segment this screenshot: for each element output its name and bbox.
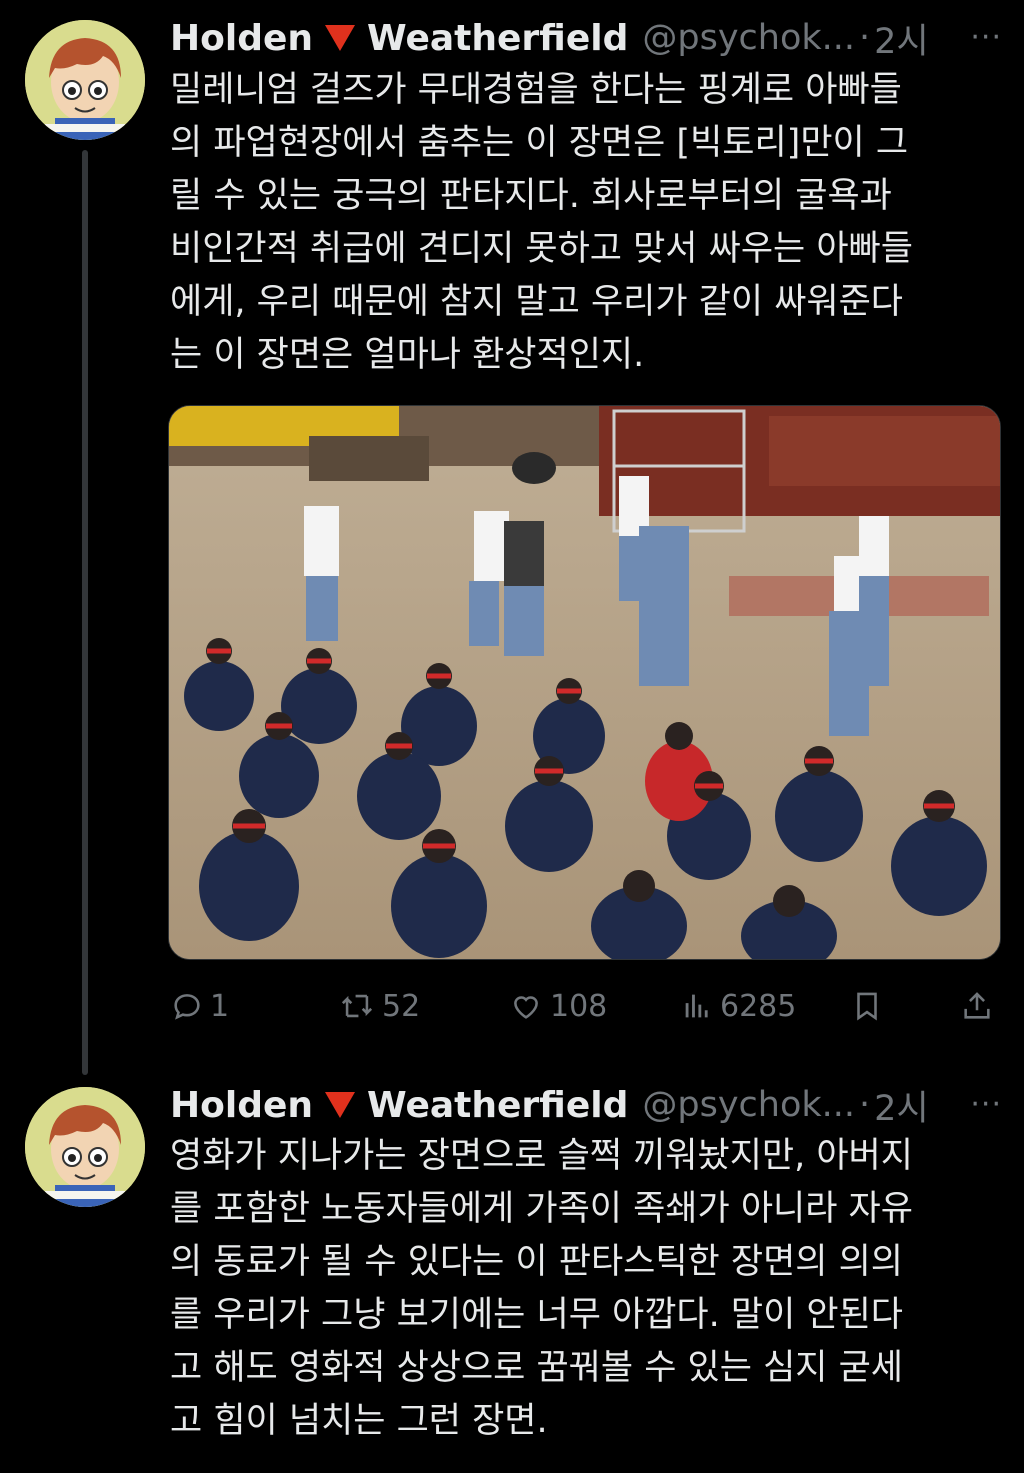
timestamp[interactable]: 2시 xyxy=(874,13,928,64)
tweet-header: Holden Weatherfield @psychok... · 2시 ··· xyxy=(170,1081,1004,1129)
text-line: 를 우리가 그냥 보기에는 너무 아깝다. 말이 안된다 xyxy=(170,1295,904,1335)
views-button[interactable]: 6285 xyxy=(680,980,796,1032)
reply-button[interactable]: 1 xyxy=(170,980,229,1032)
avatar[interactable] xyxy=(25,1087,145,1207)
tweet-actions: 1 52 108 6285 xyxy=(170,980,1000,1032)
author-name[interactable]: Holden xyxy=(170,1085,313,1126)
reply-count: 1 xyxy=(210,988,230,1024)
tweet-1[interactable]: Holden Weatherfield @psychok... · 2시 ···… xyxy=(0,0,1024,1075)
avatar[interactable] xyxy=(25,20,145,140)
reply-icon xyxy=(174,994,200,1020)
text-line: 고 해도 영화적 상상으로 꿈꿔볼 수 있는 심지 굳세 xyxy=(170,1348,904,1388)
text-line: 를 포함한 노동자들에게 가족이 족쇄가 아니라 자유 xyxy=(170,1189,913,1229)
views-count: 6285 xyxy=(720,988,797,1024)
repost-count: 52 xyxy=(382,988,421,1024)
text-line: 고 힘이 넘치는 그런 장면. xyxy=(170,1401,548,1441)
author-name[interactable]: Holden xyxy=(170,18,313,59)
tweet-text: 영화가 지나가는 장면으로 슬쩍 끼워놨지만, 아버지 를 포함한 노동자들에게… xyxy=(170,1130,980,1448)
text-line: 비인간적 취급에 견디지 못하고 맞서 싸우는 아빠들 xyxy=(170,229,913,269)
text-line: 의 파업현장에서 춤추는 이 장면은 [빅토리]만이 그 xyxy=(170,123,909,163)
author-name-rest[interactable]: Weatherfield xyxy=(367,18,628,59)
text-line: 의 동료가 될 수 있다는 이 판타스틱한 장면의 의의 xyxy=(170,1242,904,1282)
repost-icon xyxy=(341,994,373,1018)
tweet-media-photo[interactable] xyxy=(168,405,1001,960)
separator-dot: · xyxy=(859,1085,871,1125)
views-chart-icon xyxy=(685,994,708,1018)
text-line: 영화가 지나가는 장면으로 슬쩍 끼워놨지만, 아버지 xyxy=(170,1136,913,1176)
author-handle[interactable]: @psychok... xyxy=(642,1085,855,1125)
bookmark-button[interactable] xyxy=(850,980,890,1032)
more-options-icon[interactable]: ··· xyxy=(970,20,1002,55)
tweet-text: 밀레니엄 걸즈가 무대경험을 한다는 핑계로 아빠들 의 파업현장에서 춤추는 … xyxy=(170,64,980,382)
text-line: 밀레니엄 걸즈가 무대경험을 한다는 핑계로 아빠들 xyxy=(170,70,902,110)
tweet-2[interactable]: Holden Weatherfield @psychok... · 2시 ···… xyxy=(0,1075,1024,1473)
share-button[interactable] xyxy=(960,980,1000,1032)
author-handle[interactable]: @psychok... xyxy=(642,18,855,58)
tweet-header: Holden Weatherfield @psychok... · 2시 ··· xyxy=(170,14,1004,62)
separator-dot: · xyxy=(859,18,871,58)
author-name-rest[interactable]: Weatherfield xyxy=(367,1085,628,1126)
bookmark-icon xyxy=(857,992,877,1021)
text-line: 에게, 우리 때문에 참지 말고 우리가 같이 싸워준다 xyxy=(170,282,904,322)
heart-icon xyxy=(514,996,538,1019)
text-line: 는 이 장면은 얼마나 환상적인지. xyxy=(170,335,645,375)
text-line: 릴 수 있는 궁극의 판타지다. 회사로부터의 굴욕과 xyxy=(170,176,892,216)
repost-button[interactable]: 52 xyxy=(338,980,420,1032)
more-options-icon[interactable]: ··· xyxy=(970,1087,1002,1122)
red-triangle-icon xyxy=(325,25,356,51)
like-count: 108 xyxy=(550,988,608,1024)
share-icon xyxy=(964,992,990,1019)
timestamp[interactable]: 2시 xyxy=(874,1080,928,1131)
red-triangle-icon xyxy=(325,1092,356,1118)
like-button[interactable]: 108 xyxy=(508,980,607,1032)
